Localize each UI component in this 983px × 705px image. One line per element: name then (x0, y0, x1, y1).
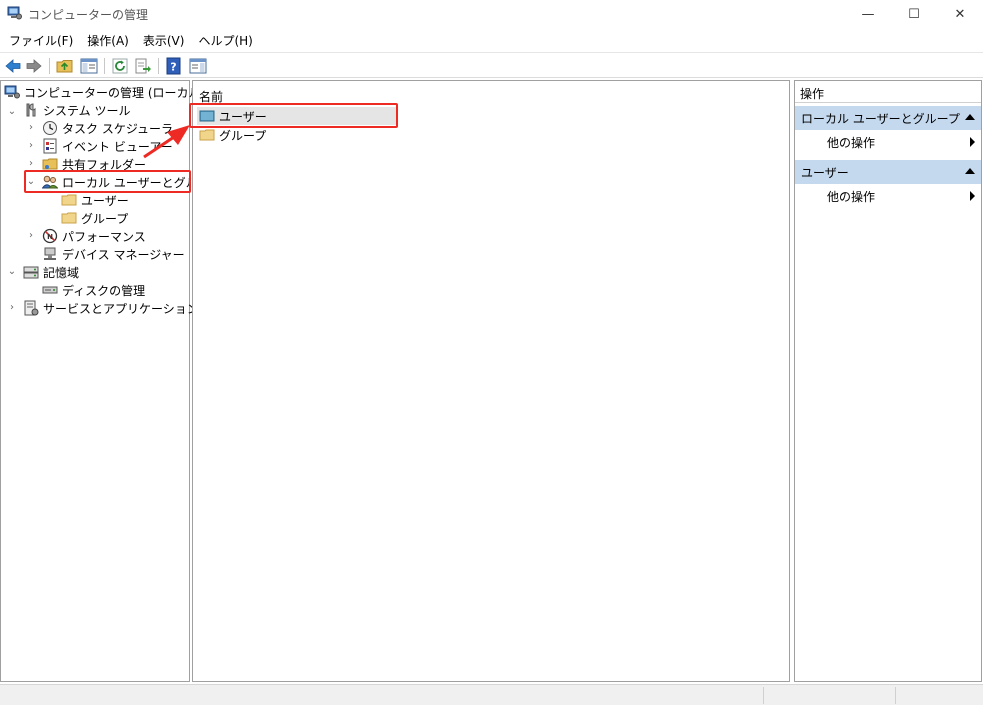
title-bar: コンピューターの管理 — ☐ ✕ (0, 0, 983, 28)
list-item-users[interactable]: ユーザー (197, 107, 397, 125)
chevron-down-icon[interactable]: ⌄ (26, 177, 36, 187)
action-section-local-users-groups[interactable]: ローカル ユーザーとグループ (795, 106, 981, 130)
tree-item-task-scheduler[interactable]: タスク スケジューラ (42, 119, 173, 137)
tree-item-disk-management[interactable]: ディスクの管理 (42, 281, 145, 299)
collapse-triangle-icon[interactable] (965, 168, 975, 174)
folder-icon (61, 194, 77, 206)
disk-icon (42, 286, 58, 294)
tree-item-shared-folders[interactable]: 共有フォルダー (42, 155, 146, 173)
svg-text:?: ? (170, 61, 176, 74)
menu-help[interactable]: ヘルプ(H) (193, 32, 257, 49)
tree-item-system-tools[interactable]: システム ツール (23, 101, 130, 119)
collapse-triangle-icon[interactable] (965, 114, 975, 120)
folder-icon (61, 212, 77, 224)
help-icon[interactable]: ? (165, 57, 183, 75)
storage-icon (23, 266, 39, 279)
action-section-users[interactable]: ユーザー (795, 160, 981, 184)
tree-item-event-viewer[interactable]: イベント ビューアー (42, 137, 173, 155)
action-more-actions[interactable]: 他の操作 (795, 186, 981, 206)
chevron-right-icon[interactable]: › (26, 141, 36, 151)
tree-item-device-manager[interactable]: デバイス マネージャー (42, 245, 185, 263)
event-viewer-icon (43, 138, 57, 154)
clock-icon (43, 121, 57, 135)
tree-item-label: ディスクの管理 (62, 283, 146, 298)
chevron-right-icon[interactable]: › (26, 159, 36, 169)
device-manager-icon (44, 247, 56, 260)
shared-folder-icon (42, 158, 58, 170)
tree-item-label: 共有フォルダー (62, 157, 147, 172)
result-list-pane: 名前 ユーザー グループ (192, 80, 790, 682)
close-button[interactable]: ✕ (937, 0, 983, 28)
tree-item-label: 記憶域 (43, 265, 80, 280)
chevron-down-icon[interactable]: ⌄ (7, 107, 17, 117)
action-pane-title: 操作 (795, 81, 981, 103)
submenu-arrow-icon (970, 137, 975, 147)
toolbar-separator (104, 58, 105, 74)
toolbar-separator (158, 58, 159, 74)
list-item-groups[interactable]: グループ (197, 126, 266, 144)
maximize-button[interactable]: ☐ (891, 0, 937, 28)
close-icon: ✕ (954, 6, 966, 22)
svg-text:N: N (47, 233, 53, 241)
tree-item-label: パフォーマンス (62, 229, 146, 244)
tree-item-label: コンピューターの管理 (ローカル) (24, 85, 206, 100)
column-header-name[interactable]: 名前 (199, 88, 223, 105)
chevron-right-icon[interactable]: › (7, 303, 17, 313)
users-group-icon (42, 175, 58, 189)
tree-item-label: サービスとアプリケーション (43, 301, 199, 316)
tree-item-label: イベント ビューアー (62, 139, 173, 154)
action-section-label: ローカル ユーザーとグループ (801, 111, 960, 126)
menu-action[interactable]: 操作(A) (82, 32, 134, 49)
maximize-icon: ☐ (908, 6, 920, 22)
up-folder-icon[interactable] (56, 57, 74, 75)
services-apps-icon (24, 300, 39, 316)
chevron-right-icon[interactable]: › (26, 123, 36, 133)
tree-item-label: タスク スケジューラ (62, 121, 173, 136)
tree-item-groups[interactable]: グループ (61, 209, 128, 227)
users-folder-icon (199, 110, 215, 122)
chevron-down-icon[interactable]: ⌄ (7, 267, 17, 277)
computer-management-icon (4, 85, 20, 99)
status-divider (895, 687, 896, 704)
console-tree: コンピューターの管理 (ローカル) ⌄ システム ツール › タスク スケジュー… (0, 80, 221, 682)
action-section-label: ユーザー (801, 165, 849, 180)
submenu-arrow-icon (970, 191, 975, 201)
folder-icon (199, 129, 215, 141)
minimize-button[interactable]: — (845, 0, 891, 28)
menu-bar: ファイル(F) 操作(A) 表示(V) ヘルプ(H) (0, 29, 983, 51)
minimize-icon: — (861, 6, 875, 22)
back-arrow-icon[interactable] (4, 57, 22, 75)
system-tools-icon (26, 103, 36, 117)
chevron-right-icon[interactable]: › (26, 231, 36, 241)
computer-management-icon (7, 6, 22, 20)
show-hide-action-pane-icon[interactable] (189, 57, 207, 75)
menu-view[interactable]: 表示(V) (138, 32, 190, 49)
action-more-actions[interactable]: 他の操作 (795, 132, 981, 152)
performance-icon: N (42, 228, 58, 244)
tree-item-performance[interactable]: N パフォーマンス (42, 227, 146, 245)
action-pane: 操作 ローカル ユーザーとグループ 他の操作 ユーザー 他の操作 (794, 80, 982, 682)
status-bar (0, 684, 983, 705)
tree-item-label: システム ツール (43, 103, 131, 118)
action-item-label: 他の操作 (827, 135, 876, 150)
tree-item-computer-management[interactable]: コンピューターの管理 (ローカル) (4, 83, 205, 101)
tree-item-users[interactable]: ユーザー (61, 191, 129, 209)
menu-file[interactable]: ファイル(F) (4, 32, 78, 49)
list-item-label: グループ (219, 128, 267, 143)
window-title: コンピューターの管理 (28, 8, 149, 22)
action-item-label: 他の操作 (827, 189, 876, 204)
list-item-label: ユーザー (219, 109, 267, 124)
tree-item-label: グループ (81, 211, 129, 226)
toolbar: ? (0, 52, 983, 78)
tree-item-storage[interactable]: 記憶域 (23, 263, 79, 281)
tree-item-label: ユーザー (81, 193, 129, 208)
toolbar-separator (49, 58, 50, 74)
forward-arrow-icon[interactable] (25, 57, 43, 75)
tree-item-label: デバイス マネージャー (62, 247, 185, 262)
tree-item-services-apps[interactable]: サービスとアプリケーション (23, 299, 199, 317)
status-divider (763, 687, 764, 704)
refresh-icon[interactable] (111, 57, 129, 75)
export-list-icon[interactable] (134, 57, 152, 75)
show-hide-console-tree-icon[interactable] (80, 57, 98, 75)
